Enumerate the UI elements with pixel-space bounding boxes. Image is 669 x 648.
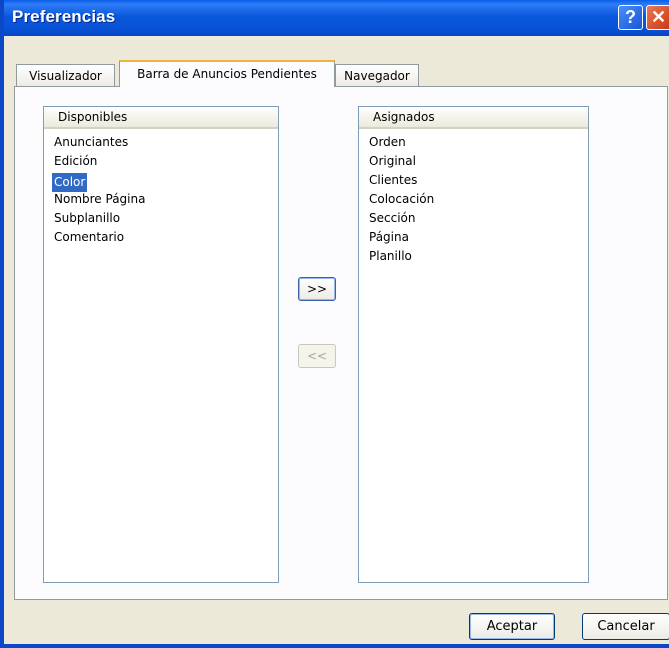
- remove-button[interactable]: <<: [298, 344, 336, 368]
- list-item[interactable]: Colocación: [367, 190, 436, 209]
- list-item-row: Color: [52, 171, 147, 192]
- list-item[interactable]: Edición: [52, 152, 147, 171]
- list-item[interactable]: Orden: [367, 133, 436, 152]
- assigned-list[interactable]: Asignados Orden Original Clientes Colocació…: [358, 106, 589, 583]
- list-item[interactable]: Página: [367, 228, 436, 247]
- list-item[interactable]: Clientes: [367, 171, 436, 190]
- available-header-label: Disponibles: [58, 110, 128, 124]
- help-button[interactable]: ?: [618, 5, 643, 30]
- assigned-items: Orden Original Clientes Colocación Sección Pá…: [367, 133, 436, 266]
- assigned-header-label: Asignados: [373, 110, 435, 124]
- list-item[interactable]: Comentario: [52, 228, 147, 247]
- preferences-dialog: Preferencias ? ✕ Visualizador Barra de A…: [0, 0, 669, 648]
- dialog-title: Preferencias: [12, 7, 116, 26]
- title-bar: Preferencias ? ✕: [4, 0, 669, 36]
- ok-button[interactable]: Aceptar: [469, 613, 555, 640]
- available-list[interactable]: Disponibles Anunciantes Edición Color Nombr…: [43, 106, 279, 583]
- list-item[interactable]: Nombre Página: [52, 190, 147, 209]
- tab-navegador[interactable]: Navegador: [335, 64, 419, 86]
- add-button[interactable]: >>: [298, 277, 336, 301]
- question-mark-icon: ?: [625, 7, 636, 27]
- available-items: Anunciantes Edición Color Nombre Página Subp…: [52, 133, 147, 247]
- list-item[interactable]: Original: [367, 152, 436, 171]
- close-button[interactable]: ✕: [646, 5, 669, 30]
- tab-panel: Disponibles Anunciantes Edición Color Nombr…: [14, 86, 668, 600]
- tab-barra-anuncios-pendientes[interactable]: Barra de Anuncios Pendientes: [119, 60, 335, 87]
- list-item[interactable]: Planillo: [367, 247, 436, 266]
- list-item[interactable]: Anunciantes: [52, 133, 147, 152]
- assigned-list-header[interactable]: Asignados: [359, 107, 588, 129]
- list-item[interactable]: Sección: [367, 209, 436, 228]
- tab-visualizador[interactable]: Visualizador: [16, 64, 115, 86]
- close-icon: ✕: [650, 7, 667, 27]
- list-item[interactable]: Subplanillo: [52, 209, 147, 228]
- available-list-header[interactable]: Disponibles: [44, 107, 278, 129]
- cancel-button[interactable]: Cancelar: [582, 613, 669, 640]
